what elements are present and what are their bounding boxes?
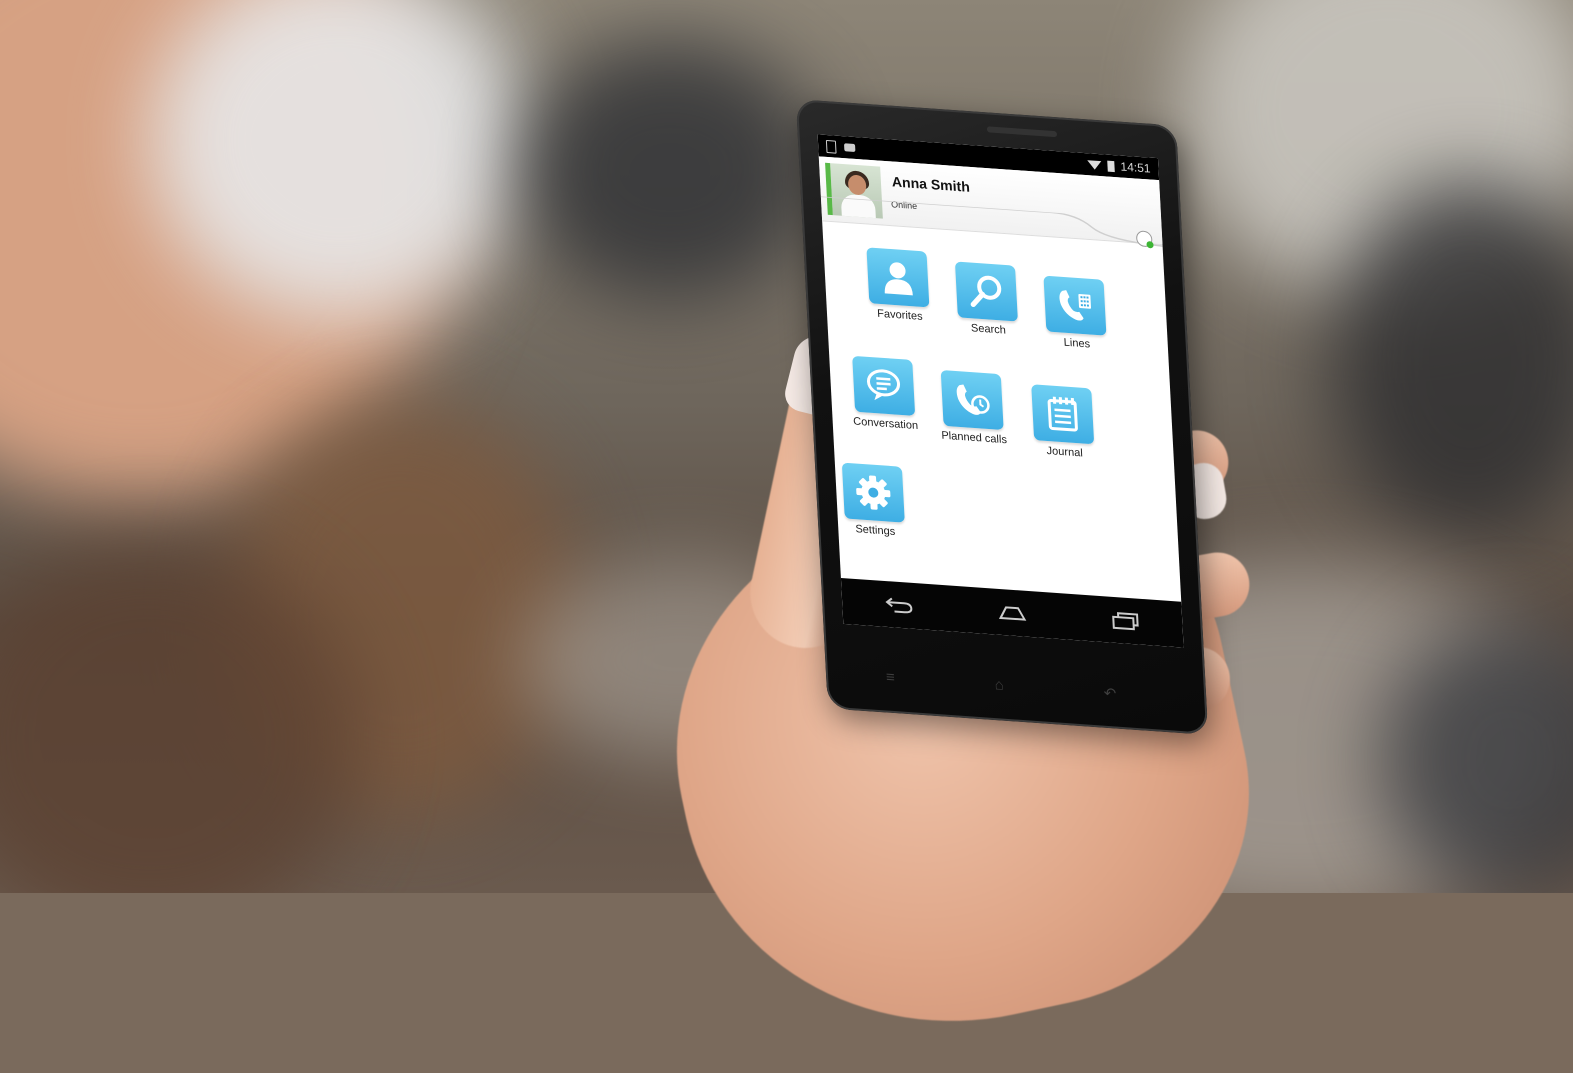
battery-icon — [1107, 160, 1115, 172]
planned-calls-label: Planned calls — [941, 429, 1008, 447]
chat-bubble-icon — [852, 355, 916, 416]
phone-notification-icon — [825, 139, 837, 154]
person-icon — [866, 247, 930, 308]
earpiece-speaker — [986, 126, 1058, 138]
phone-clock-icon — [940, 369, 1004, 431]
settings-tile[interactable]: Settings — [827, 462, 921, 540]
recent-apps-icon — [1112, 612, 1139, 631]
menu-hw-icon[interactable]: ≡ — [886, 669, 896, 688]
favorites-tile[interactable]: Favorites — [851, 246, 945, 324]
back-hw-icon[interactable]: ↶ — [1103, 684, 1116, 703]
camera-notification-icon — [843, 143, 856, 152]
notepad-icon — [1031, 384, 1095, 445]
back-arrow-icon — [885, 597, 912, 614]
android-nav-bar — [840, 577, 1184, 648]
hardware-buttons: ≡ ⌂ ↶ — [886, 669, 1117, 703]
home-button[interactable] — [992, 598, 1033, 627]
journal-label: Journal — [1046, 444, 1084, 460]
conversation-label: Conversation — [852, 415, 919, 433]
user-name: Anna Smith — [891, 173, 971, 195]
conversation-tile[interactable]: Conversation — [837, 355, 931, 433]
phone-screen: 14:51 Anna Smith Online Favorites Search… — [817, 134, 1184, 648]
search-tile[interactable]: Search — [940, 260, 1034, 338]
lines-tile[interactable]: Lines — [1028, 275, 1122, 353]
search-label: Search — [970, 322, 1007, 337]
home-hw-icon[interactable]: ⌂ — [994, 676, 1004, 695]
planned-calls-tile[interactable]: Planned calls — [926, 369, 1020, 447]
lines-label: Lines — [1063, 336, 1091, 351]
settings-label: Settings — [855, 523, 896, 538]
desk-phone-icon — [1043, 275, 1107, 336]
wifi-icon — [1087, 159, 1102, 170]
back-button[interactable] — [878, 590, 919, 619]
main-menu-grid: Favorites Search Lines Conversation Plan… — [823, 244, 1163, 538]
smartphone: 14:51 Anna Smith Online Favorites Search… — [795, 99, 1209, 735]
status-time: 14:51 — [1120, 159, 1151, 176]
gear-icon — [841, 462, 905, 523]
home-icon — [998, 606, 1027, 621]
magnifier-icon — [954, 261, 1018, 322]
recent-apps-button[interactable] — [1105, 606, 1146, 635]
favorites-label: Favorites — [876, 307, 923, 323]
journal-tile[interactable]: Journal — [1016, 383, 1110, 461]
